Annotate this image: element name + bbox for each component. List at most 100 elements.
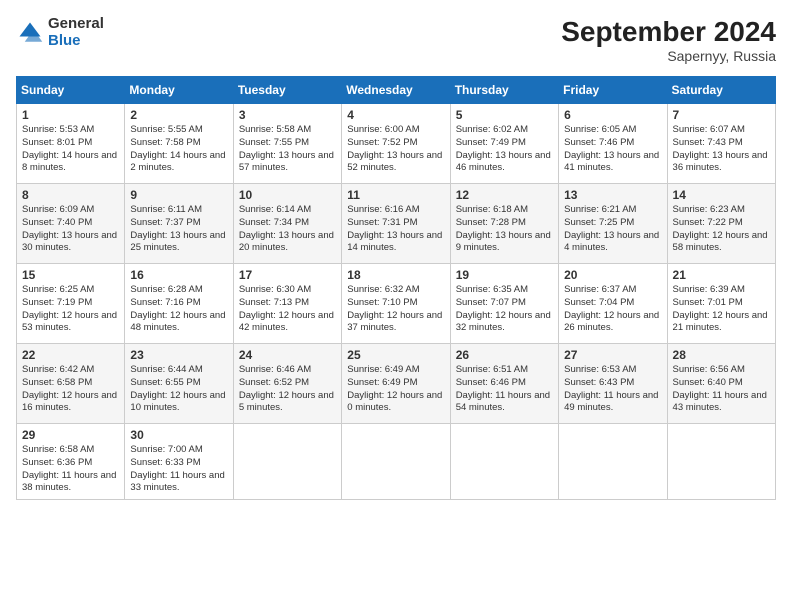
daylight-label: Daylight: 13 hours and 41 minutes. [564, 150, 659, 174]
empty-cell [450, 424, 558, 500]
day-info: Sunrise: 6:49 AM Sunset: 6:49 PM Dayligh… [347, 364, 444, 415]
day-number: 7 [673, 108, 770, 122]
sunset-label: Sunset: 7:04 PM [564, 297, 634, 308]
weekday-header: Tuesday [233, 77, 341, 104]
day-info: Sunrise: 6:37 AM Sunset: 7:04 PM Dayligh… [564, 284, 661, 335]
empty-cell [233, 424, 341, 500]
sunrise-label: Sunrise: 6:25 AM [22, 284, 94, 295]
sunrise-label: Sunrise: 6:07 AM [673, 124, 745, 135]
calendar-day-cell: 28 Sunrise: 6:56 AM Sunset: 6:40 PM Dayl… [667, 344, 775, 424]
sunrise-label: Sunrise: 6:39 AM [673, 284, 745, 295]
day-number: 27 [564, 348, 661, 362]
sunset-label: Sunset: 7:28 PM [456, 217, 526, 228]
day-number: 2 [130, 108, 227, 122]
daylight-label: Daylight: 12 hours and 58 minutes. [673, 230, 768, 254]
sunrise-label: Sunrise: 6:49 AM [347, 364, 419, 375]
day-info: Sunrise: 5:58 AM Sunset: 7:55 PM Dayligh… [239, 124, 336, 175]
sunrise-label: Sunrise: 6:42 AM [22, 364, 94, 375]
day-info: Sunrise: 6:00 AM Sunset: 7:52 PM Dayligh… [347, 124, 444, 175]
month-title: September 2024 [561, 16, 776, 48]
sunrise-label: Sunrise: 5:55 AM [130, 124, 202, 135]
day-number: 26 [456, 348, 553, 362]
sunrise-label: Sunrise: 6:21 AM [564, 204, 636, 215]
sunset-label: Sunset: 6:52 PM [239, 377, 309, 388]
day-info: Sunrise: 6:39 AM Sunset: 7:01 PM Dayligh… [673, 284, 770, 335]
day-number: 25 [347, 348, 444, 362]
sunset-label: Sunset: 7:19 PM [22, 297, 92, 308]
sunrise-label: Sunrise: 6:46 AM [239, 364, 311, 375]
sunrise-label: Sunrise: 6:11 AM [130, 204, 202, 215]
day-number: 11 [347, 188, 444, 202]
daylight-label: Daylight: 12 hours and 42 minutes. [239, 310, 334, 334]
day-number: 6 [564, 108, 661, 122]
sunrise-label: Sunrise: 6:23 AM [673, 204, 745, 215]
sunset-label: Sunset: 7:07 PM [456, 297, 526, 308]
day-number: 9 [130, 188, 227, 202]
sunset-label: Sunset: 8:01 PM [22, 137, 92, 148]
calendar-week-row: 22 Sunrise: 6:42 AM Sunset: 6:58 PM Dayl… [17, 344, 776, 424]
sunset-label: Sunset: 6:55 PM [130, 377, 200, 388]
weekday-header: Wednesday [342, 77, 450, 104]
logo: General Blue [16, 16, 104, 49]
calendar-day-cell: 29 Sunrise: 6:58 AM Sunset: 6:36 PM Dayl… [17, 424, 125, 500]
daylight-label: Daylight: 13 hours and 9 minutes. [456, 230, 551, 254]
daylight-label: Daylight: 13 hours and 14 minutes. [347, 230, 442, 254]
calendar-day-cell: 26 Sunrise: 6:51 AM Sunset: 6:46 PM Dayl… [450, 344, 558, 424]
sunset-label: Sunset: 7:34 PM [239, 217, 309, 228]
day-number: 12 [456, 188, 553, 202]
day-info: Sunrise: 6:53 AM Sunset: 6:43 PM Dayligh… [564, 364, 661, 415]
logo-general: General [48, 16, 104, 33]
calendar-day-cell: 24 Sunrise: 6:46 AM Sunset: 6:52 PM Dayl… [233, 344, 341, 424]
calendar-day-cell: 30 Sunrise: 7:00 AM Sunset: 6:33 PM Dayl… [125, 424, 233, 500]
calendar-day-cell: 5 Sunrise: 6:02 AM Sunset: 7:49 PM Dayli… [450, 104, 558, 184]
day-number: 18 [347, 268, 444, 282]
sunrise-label: Sunrise: 6:00 AM [347, 124, 419, 135]
daylight-label: Daylight: 13 hours and 36 minutes. [673, 150, 768, 174]
calendar-day-cell: 14 Sunrise: 6:23 AM Sunset: 7:22 PM Dayl… [667, 184, 775, 264]
sunset-label: Sunset: 7:43 PM [673, 137, 743, 148]
sunset-label: Sunset: 6:40 PM [673, 377, 743, 388]
sunset-label: Sunset: 6:46 PM [456, 377, 526, 388]
day-info: Sunrise: 6:28 AM Sunset: 7:16 PM Dayligh… [130, 284, 227, 335]
calendar-day-cell: 8 Sunrise: 6:09 AM Sunset: 7:40 PM Dayli… [17, 184, 125, 264]
day-info: Sunrise: 6:14 AM Sunset: 7:34 PM Dayligh… [239, 204, 336, 255]
daylight-label: Daylight: 11 hours and 54 minutes. [456, 390, 550, 414]
day-info: Sunrise: 6:44 AM Sunset: 6:55 PM Dayligh… [130, 364, 227, 415]
sunrise-label: Sunrise: 7:00 AM [130, 444, 202, 455]
day-info: Sunrise: 6:56 AM Sunset: 6:40 PM Dayligh… [673, 364, 770, 415]
sunset-label: Sunset: 6:36 PM [22, 457, 92, 468]
day-number: 19 [456, 268, 553, 282]
day-number: 21 [673, 268, 770, 282]
sunrise-label: Sunrise: 6:14 AM [239, 204, 311, 215]
sunset-label: Sunset: 7:58 PM [130, 137, 200, 148]
daylight-label: Daylight: 12 hours and 53 minutes. [22, 310, 117, 334]
calendar-day-cell: 17 Sunrise: 6:30 AM Sunset: 7:13 PM Dayl… [233, 264, 341, 344]
daylight-label: Daylight: 13 hours and 46 minutes. [456, 150, 551, 174]
day-number: 29 [22, 428, 119, 442]
calendar-day-cell: 13 Sunrise: 6:21 AM Sunset: 7:25 PM Dayl… [559, 184, 667, 264]
sunset-label: Sunset: 7:10 PM [347, 297, 417, 308]
calendar-week-row: 29 Sunrise: 6:58 AM Sunset: 6:36 PM Dayl… [17, 424, 776, 500]
day-info: Sunrise: 6:07 AM Sunset: 7:43 PM Dayligh… [673, 124, 770, 175]
day-info: Sunrise: 6:25 AM Sunset: 7:19 PM Dayligh… [22, 284, 119, 335]
sunrise-label: Sunrise: 6:05 AM [564, 124, 636, 135]
weekday-header: Thursday [450, 77, 558, 104]
day-number: 3 [239, 108, 336, 122]
sunrise-label: Sunrise: 6:16 AM [347, 204, 419, 215]
day-info: Sunrise: 6:02 AM Sunset: 7:49 PM Dayligh… [456, 124, 553, 175]
title-block: September 2024 Sapernyy, Russia [561, 16, 776, 64]
sunset-label: Sunset: 7:52 PM [347, 137, 417, 148]
day-info: Sunrise: 6:46 AM Sunset: 6:52 PM Dayligh… [239, 364, 336, 415]
sunset-label: Sunset: 7:22 PM [673, 217, 743, 228]
page-header: General Blue September 2024 Sapernyy, Ru… [16, 16, 776, 64]
daylight-label: Daylight: 11 hours and 49 minutes. [564, 390, 658, 414]
calendar-day-cell: 25 Sunrise: 6:49 AM Sunset: 6:49 PM Dayl… [342, 344, 450, 424]
weekday-header: Monday [125, 77, 233, 104]
weekday-header-row: SundayMondayTuesdayWednesdayThursdayFrid… [17, 77, 776, 104]
day-info: Sunrise: 6:58 AM Sunset: 6:36 PM Dayligh… [22, 444, 119, 495]
day-number: 17 [239, 268, 336, 282]
calendar-day-cell: 18 Sunrise: 6:32 AM Sunset: 7:10 PM Dayl… [342, 264, 450, 344]
daylight-label: Daylight: 14 hours and 2 minutes. [130, 150, 225, 174]
weekday-header: Saturday [667, 77, 775, 104]
calendar-day-cell: 6 Sunrise: 6:05 AM Sunset: 7:46 PM Dayli… [559, 104, 667, 184]
